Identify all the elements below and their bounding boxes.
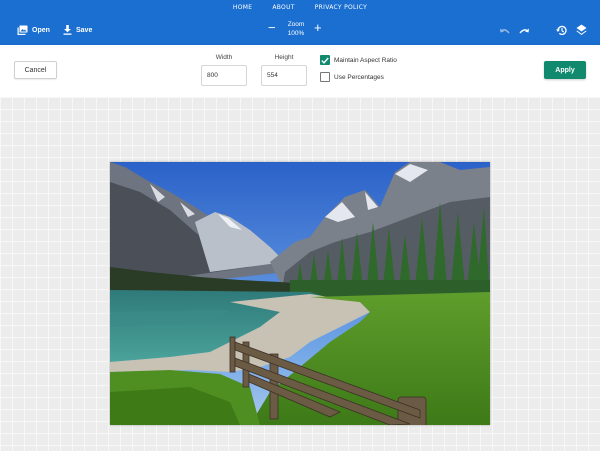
zoom-value: 100% [287,30,305,37]
maintain-aspect-ratio-checkbox[interactable]: Maintain Aspect Ratio [320,55,397,65]
image-open-icon [17,25,28,35]
layers-icon[interactable] [576,24,587,36]
open-button[interactable]: Open [17,25,50,35]
save-button[interactable]: Save [63,25,92,35]
nav-home-link[interactable]: HOME [233,4,252,11]
save-label: Save [76,26,93,34]
zoom-label: Zoom [287,21,305,28]
use-percentages-label: Use Percentages [334,73,384,81]
zoom-in-button[interactable]: + [314,21,322,34]
width-label: Width [215,54,233,61]
zoom-control: − Zoom 100% + [266,20,326,40]
resize-toolbar: Cancel Width 800 Height 554 Maintain Asp… [0,45,600,97]
checkbox-unchecked-icon[interactable] [320,72,330,82]
maintain-aspect-ratio-label: Maintain Aspect Ratio [334,56,397,64]
nav-about-link[interactable]: ABOUT [272,4,294,11]
cancel-button[interactable]: Cancel [14,61,57,79]
undo-icon[interactable] [500,28,510,35]
height-input[interactable]: 554 [261,65,307,86]
width-field: Width 800 [201,54,247,86]
use-percentages-checkbox[interactable]: Use Percentages [320,72,384,82]
height-label: Height [274,54,294,61]
landscape-photo [110,162,490,425]
open-label: Open [32,26,50,34]
download-icon [63,25,72,35]
redo-icon[interactable] [519,28,529,35]
nav-privacy-link[interactable]: PRIVACY POLICY [315,4,367,11]
width-input[interactable]: 800 [201,65,247,86]
zoom-out-button[interactable]: − [268,21,276,34]
checkbox-checked-icon[interactable] [320,55,330,65]
top-nav: HOME ABOUT PRIVACY POLICY [0,4,600,11]
history-icon[interactable] [556,25,567,36]
app-header: HOME ABOUT PRIVACY POLICY Open Save − Zo… [0,0,600,45]
editor-image[interactable] [110,162,490,425]
apply-button[interactable]: Apply [544,61,586,79]
height-field: Height 554 [261,54,307,86]
